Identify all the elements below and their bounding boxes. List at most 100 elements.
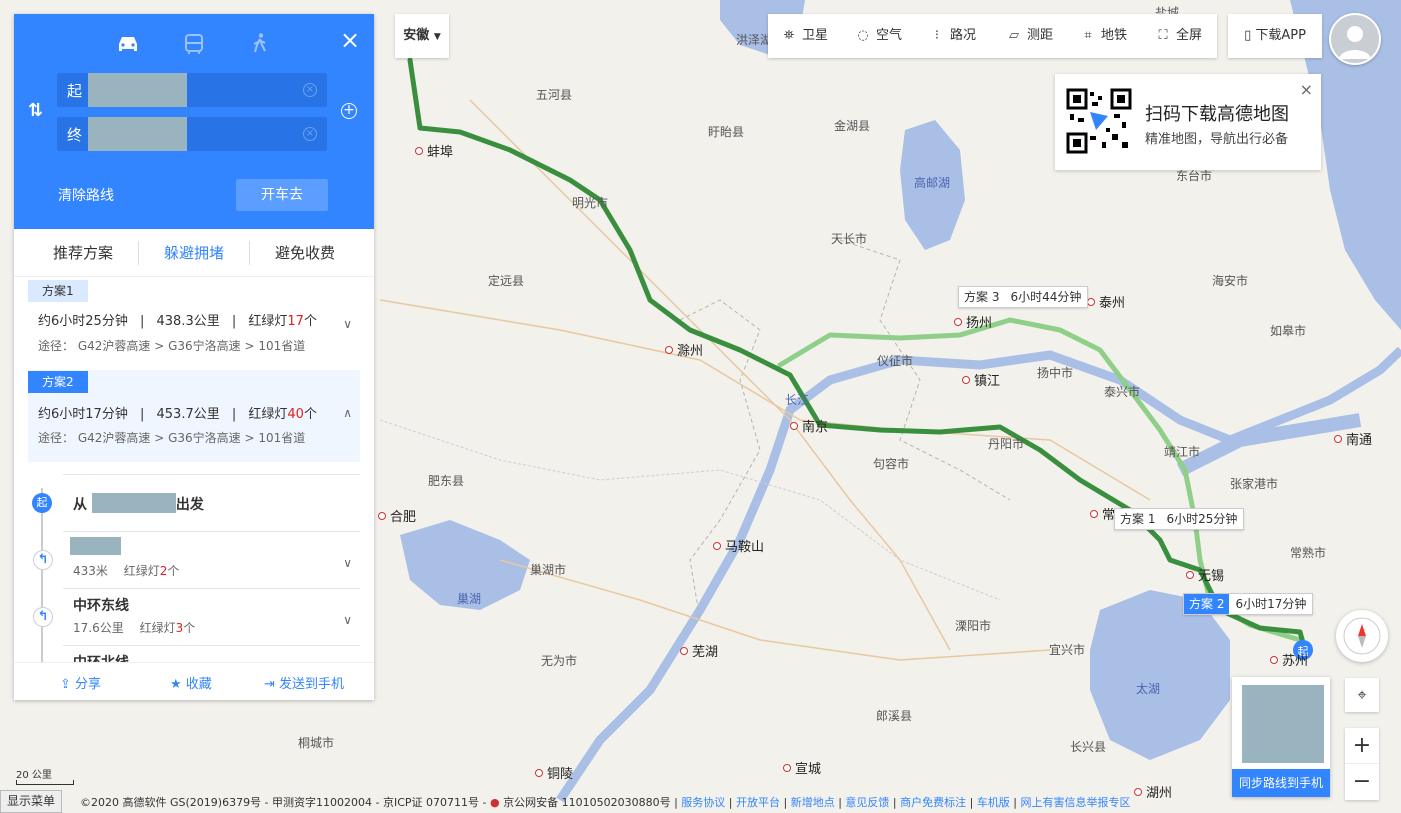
share-button[interactable]: ⇪ 分享 (60, 673, 101, 692)
tool-label: 地铁 (1101, 28, 1128, 43)
chevron-down-icon[interactable]: ∨ (343, 317, 352, 331)
plan-lights-label: 红绿灯 (248, 314, 288, 329)
plan-summary: 约6小时25分钟 | 438.3公里 | 红绿灯17个 (38, 314, 317, 329)
province-label: 安徽 (403, 28, 430, 43)
favorite-button[interactable]: ★ 收藏 (170, 673, 212, 692)
plan-lights-unit: 个 (303, 314, 317, 329)
place-label: 扬中市 (1037, 366, 1074, 380)
step-list: 起 从 出发 ↰ 433米 红绿灯2个 ∨ ↰ 中环东线 17.6公里 红绿灯3… (14, 462, 374, 671)
plan-1[interactable]: 方案1 约6小时25分钟 | 438.3公里 | 红绿灯17个 途径： G42沪… (28, 277, 360, 370)
route-tag-plan1[interactable]: 方案 1 6小时25分钟 (1114, 508, 1245, 530)
zoom-in-button[interactable]: + (1345, 728, 1379, 764)
bus-icon[interactable] (181, 32, 207, 56)
footer-link[interactable]: 开放平台 (736, 796, 780, 809)
route-tag-time: 6小时17分钟 (1235, 597, 1307, 611)
place-label: 巢湖市 (530, 563, 567, 577)
clear-input-icon[interactable]: × (303, 83, 317, 97)
add-waypoint-icon[interactable]: + (341, 103, 357, 119)
footer-link[interactable]: 网上有害信息举报专区 (1021, 796, 1131, 809)
tab-avoid-tolls[interactable]: 避免收费 (250, 229, 360, 277)
air-button[interactable]: ◌ 空气 (854, 14, 902, 58)
police-badge-icon: ● (490, 796, 500, 809)
route-panel-header: × ⇅ 起 × 终 × + 清除路线 开车去 (14, 14, 374, 229)
place-label: 靖江市 (1164, 445, 1201, 459)
clear-route-link[interactable]: 清除路线 (58, 185, 114, 205)
place-label: 张家港市 (1230, 477, 1279, 491)
zoom-out-button[interactable]: − (1345, 764, 1379, 800)
start-suffix: 出发 (175, 497, 204, 513)
traffic-button[interactable]: ⁝ 路况 (928, 14, 976, 58)
end-field[interactable]: 终 × (57, 117, 327, 151)
step-lights-unit: 个 (183, 621, 196, 635)
fullscreen-button[interactable]: ⛶ 全屏 (1154, 14, 1202, 58)
subway-icon: ⌗ (1084, 28, 1092, 43)
plan-2[interactable]: 方案2 约6小时17分钟 | 453.7公里 | 红绿灯40个 途径： G42沪… (28, 370, 360, 462)
swap-icon[interactable]: ⇅ (28, 100, 43, 121)
start-field[interactable]: 起 × (57, 73, 327, 107)
route-tag-plan3[interactable]: 方案 3 6小时44分钟 (958, 286, 1089, 308)
satellite-icon: ⛯ (783, 28, 795, 43)
send-label: 发送到手机 (279, 677, 345, 692)
close-icon[interactable]: × (1300, 80, 1313, 99)
province-select[interactable]: 安徽 ▼ (395, 14, 449, 58)
end-tag: 终 (67, 126, 83, 144)
footer-link[interactable]: 服务协议 (681, 796, 725, 809)
measure-button[interactable]: ▱ 测距 (1005, 14, 1053, 58)
city-label: 湖州 (1134, 782, 1172, 801)
subway-button[interactable]: ⌗ 地铁 (1079, 14, 1127, 58)
city-label: 南通 (1334, 429, 1372, 448)
step-distance: 17.6公里 (73, 621, 124, 635)
plan-time: 约6小时17分钟 (38, 407, 128, 422)
city-label: 泰州 (1087, 292, 1125, 311)
place-label: 常熟市 (1290, 546, 1327, 560)
air-icon: ◌ (857, 28, 869, 43)
sync-route-card: 同步路线到手机 (1232, 677, 1330, 797)
place-label: 宜兴市 (1049, 643, 1086, 657)
plan-lights-label: 红绿灯 (248, 407, 288, 422)
plan-via: 途径： G42沪蓉高速 > G36宁洛高速 > 101省道 (38, 337, 305, 354)
step-item[interactable]: ↰ 中环东线 17.6公里 红绿灯3个 ∨ (14, 589, 374, 645)
footer-link[interactable]: 商户免费标注 (900, 796, 966, 809)
turn-left-icon: ↰ (33, 550, 53, 570)
chevron-down-icon[interactable]: ∨ (343, 613, 352, 627)
compass-icon[interactable] (1336, 610, 1388, 662)
footer-link[interactable]: 意见反馈 (845, 796, 889, 809)
plan-via-label: 途径： (38, 431, 75, 445)
step-road: 中环东线 (73, 598, 129, 614)
footer-link[interactable]: 新增地点 (791, 796, 835, 809)
locate-icon[interactable]: ⌖ (1345, 678, 1379, 712)
car-icon[interactable] (115, 32, 141, 56)
scale-bar (16, 780, 74, 785)
panel-footer: ⇪ 分享 ★ 收藏 ⇥ 发送到手机 (14, 662, 374, 700)
drive-button[interactable]: 开车去 (236, 179, 328, 211)
plan-via-label: 途径： (38, 339, 75, 353)
avatar[interactable] (1329, 13, 1381, 65)
water-label: 太湖 (1136, 682, 1161, 696)
redacted-start-place (91, 493, 176, 513)
place-label: 明光市 (572, 196, 609, 210)
show-menu-button[interactable]: 显示菜单 (0, 790, 63, 813)
city-label: 马鞍山 (713, 536, 764, 555)
step-detail: 433米 红绿灯2个 (73, 562, 179, 579)
route-tag-plan: 方案 3 (964, 290, 1000, 304)
close-icon[interactable]: × (340, 28, 360, 52)
clear-input-icon[interactable]: × (303, 127, 317, 141)
satellite-button[interactable]: ⛯ 卫星 (780, 14, 828, 58)
sync-route-button[interactable]: 同步路线到手机 (1232, 769, 1330, 797)
star-icon: ★ (170, 677, 182, 692)
chevron-down-icon[interactable]: ∨ (343, 556, 352, 570)
water-label: 长江 (785, 393, 810, 407)
tab-recommended[interactable]: 推荐方案 (28, 229, 138, 277)
send-to-phone-button[interactable]: ⇥ 发送到手机 (264, 673, 344, 692)
download-app-button[interactable]: ▯ 下载APP (1228, 14, 1322, 58)
plan-distance: 453.7公里 (156, 407, 220, 422)
qr-title: 扫码下载高德地图 (1145, 104, 1289, 125)
chevron-up-icon[interactable]: ∧ (343, 406, 352, 420)
place-label: 仪征市 (877, 354, 914, 368)
walk-icon[interactable] (247, 32, 273, 56)
tab-avoid-congestion[interactable]: 躲避拥堵 (139, 229, 249, 277)
footer-link[interactable]: 车机版 (977, 796, 1010, 809)
route-tag-plan2[interactable]: 方案 2 6小时17分钟 (1183, 593, 1314, 615)
step-item[interactable]: ↰ 433米 红绿灯2个 ∨ (14, 532, 374, 588)
place-label: 天长市 (831, 232, 868, 246)
